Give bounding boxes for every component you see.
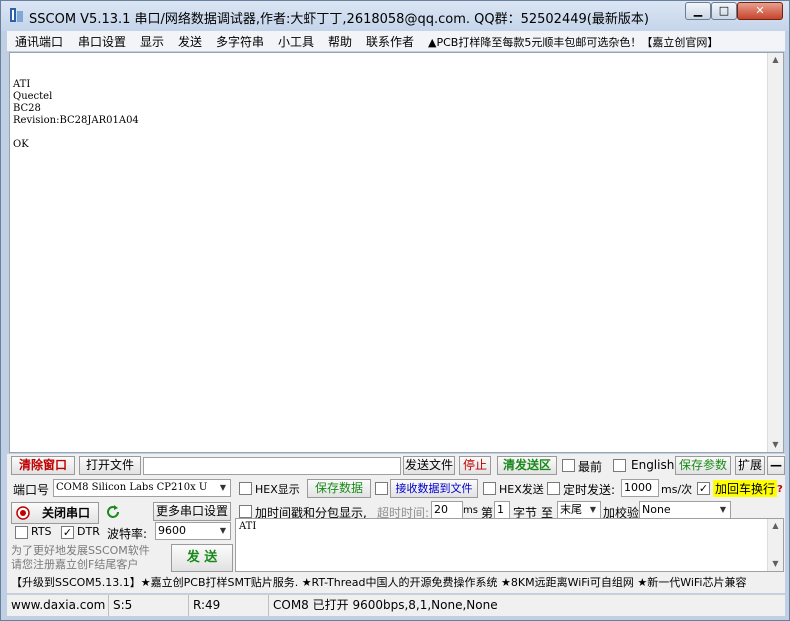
close-port-button[interactable]: 关闭串口 bbox=[11, 502, 99, 524]
port-value: COM8 Silicon Labs CP210x U bbox=[56, 482, 208, 493]
english-label: English bbox=[631, 458, 675, 472]
status-port-state: COM8 已打开 9600bps,8,1,None,None bbox=[273, 598, 498, 612]
byte-start-input[interactable]: 1 bbox=[494, 501, 510, 519]
app-window: SSCOM V5.13.1 串口/网络数据调试器,作者:大虾丁丁,2618058… bbox=[0, 0, 790, 621]
maximize-button[interactable]: □ bbox=[711, 2, 737, 20]
menu-multi-string[interactable]: 多字符串 bbox=[216, 33, 264, 50]
timed-send-checkbox[interactable] bbox=[547, 482, 560, 495]
menu-contact-author[interactable]: 联系作者 bbox=[366, 33, 414, 50]
menu-display[interactable]: 显示 bbox=[140, 33, 164, 50]
promo-text: 为了更好地发展SSCOM软件 请您注册嘉立创F结尾客户 bbox=[11, 544, 150, 572]
save-params-button[interactable]: 保存参数 bbox=[675, 456, 731, 475]
latest-label: 最前 bbox=[578, 460, 603, 474]
menu-bar: 通讯端口 串口设置 显示 发送 多字符串 小工具 帮助 联系作者 ▲PCB打样降… bbox=[7, 31, 785, 51]
dtr-label: DTR bbox=[77, 525, 100, 538]
recv-to-file-checkbox[interactable] bbox=[375, 482, 388, 495]
file-path-input[interactable] bbox=[143, 457, 401, 475]
status-website[interactable]: www.daxia.com bbox=[7, 595, 109, 616]
open-file-button[interactable]: 打开文件 bbox=[79, 456, 141, 475]
byte-end-select[interactable]: 末尾 ▼ bbox=[557, 501, 601, 519]
expand-button[interactable]: 扩展 bbox=[735, 456, 765, 475]
menu-help[interactable]: 帮助 bbox=[328, 33, 352, 50]
chevron-down-icon: ▼ bbox=[719, 505, 727, 514]
chevron-down-icon: ▼ bbox=[219, 526, 227, 535]
menu-tools[interactable]: 小工具 bbox=[278, 33, 314, 50]
scroll-up-icon[interactable]: ▲ bbox=[768, 53, 783, 67]
close-icon: ✕ bbox=[755, 4, 765, 17]
scroll-down-icon[interactable]: ▼ bbox=[768, 557, 783, 571]
timed-send-label: 定时发送: bbox=[563, 483, 616, 497]
app-logo-icon bbox=[10, 8, 23, 22]
receive-area[interactable]: ATI Quectel BC28 Revision:BC28JAR01A04 O… bbox=[9, 52, 784, 453]
record-icon bbox=[16, 506, 30, 520]
window-title: SSCOM V5.13.1 串口/网络数据调试器,作者:大虾丁丁,2618058… bbox=[29, 12, 649, 27]
checksum-value: None bbox=[642, 503, 671, 516]
maximize-icon: □ bbox=[718, 4, 730, 17]
crlf-checkbox[interactable]: ✓ bbox=[697, 482, 710, 495]
timestamp-checkbox[interactable] bbox=[239, 505, 252, 518]
byte-end-value: 末尾 bbox=[560, 503, 582, 516]
checksum-select[interactable]: None ▼ bbox=[639, 501, 731, 519]
latest-checkbox[interactable] bbox=[562, 459, 575, 472]
receive-scrollbar[interactable]: ▲ ▼ bbox=[767, 53, 783, 452]
close-button[interactable]: ✕ bbox=[737, 2, 783, 20]
scroll-down-icon[interactable]: ▼ bbox=[768, 438, 783, 452]
hex-display-checkbox[interactable] bbox=[239, 482, 252, 495]
interval-unit: ms/次 bbox=[661, 483, 693, 496]
menu-pcb-promo[interactable]: ▲PCB打样降至每款5元顺丰包邮可选杂色！【嘉立创官网】 bbox=[428, 34, 718, 50]
promo-line-2: 请您注册嘉立创F结尾客户 bbox=[11, 558, 139, 571]
hex-send-checkbox[interactable] bbox=[483, 482, 496, 495]
title-bar[interactable]: SSCOM V5.13.1 串口/网络数据调试器,作者:大虾丁丁,2618058… bbox=[1, 1, 789, 31]
more-serial-settings-button[interactable]: 更多串口设置 bbox=[153, 502, 231, 521]
menu-serial-settings[interactable]: 串口设置 bbox=[78, 33, 126, 50]
send-file-button[interactable]: 发送文件 bbox=[403, 456, 455, 475]
port-label: 端口号 bbox=[13, 483, 50, 497]
send-text: ATI bbox=[239, 521, 257, 532]
baud-select[interactable]: 9600 ▼ bbox=[155, 522, 231, 540]
scroll-up-icon[interactable]: ▲ bbox=[768, 519, 783, 533]
interval-input[interactable]: 1000 bbox=[621, 479, 659, 497]
menu-port[interactable]: 通讯端口 bbox=[15, 33, 63, 50]
chevron-down-icon: ▼ bbox=[219, 483, 227, 492]
news-ticker[interactable]: 【升级到SSCOM5.13.1】★嘉立创PCB打样SMT贴片服务. ★RT-Th… bbox=[7, 574, 785, 593]
recv-to-file-button[interactable]: 接收数据到文件 bbox=[390, 479, 478, 498]
baud-label: 波特率: bbox=[107, 527, 148, 541]
hex-display-label: HEX显示 bbox=[255, 483, 300, 496]
status-sent-count: S:5 bbox=[109, 595, 189, 616]
menu-send[interactable]: 发送 bbox=[178, 33, 202, 50]
rts-label: RTS bbox=[31, 525, 52, 538]
minimize-button[interactable]: ▁ bbox=[685, 2, 711, 20]
rts-checkbox[interactable] bbox=[15, 526, 28, 539]
help-icon[interactable]: ? bbox=[777, 484, 783, 495]
timeout-input[interactable]: 20 bbox=[431, 501, 463, 519]
timeout-unit: ms bbox=[463, 505, 478, 516]
status-bar: www.daxia.com S:5 R:49 COM8 已打开 9600bps,… bbox=[7, 594, 785, 616]
stop-button[interactable]: 停止 bbox=[459, 456, 491, 475]
send-button[interactable]: 发 送 bbox=[171, 544, 233, 572]
send-input[interactable]: ATI ▲ ▼ bbox=[235, 518, 784, 572]
dtr-checkbox[interactable]: ✓ bbox=[61, 526, 74, 539]
minimize-icon: ▁ bbox=[693, 4, 703, 17]
hex-send-label: HEX发送 bbox=[499, 483, 544, 496]
status-received-count: R:49 bbox=[189, 595, 269, 616]
chevron-down-icon: ▼ bbox=[589, 505, 597, 514]
clear-window-button[interactable]: 清除窗口 bbox=[11, 456, 75, 475]
close-port-label: 关闭串口 bbox=[42, 506, 91, 520]
collapse-button[interactable]: — bbox=[767, 456, 785, 475]
receive-text: ATI Quectel BC28 Revision:BC28JAR01A04 O… bbox=[13, 79, 139, 150]
refresh-icon[interactable] bbox=[105, 504, 121, 520]
clear-send-button[interactable]: 清发送区 bbox=[497, 456, 557, 475]
send-scrollbar[interactable]: ▲ ▼ bbox=[767, 519, 783, 571]
baud-value: 9600 bbox=[158, 524, 186, 537]
port-select[interactable]: COM8 Silicon Labs CP210x U ▼ bbox=[53, 479, 231, 497]
save-data-button[interactable]: 保存数据 bbox=[307, 479, 371, 498]
crlf-label: 加回车换行 bbox=[713, 480, 778, 497]
english-checkbox[interactable] bbox=[613, 459, 626, 472]
promo-line-1: 为了更好地发展SSCOM软件 bbox=[11, 544, 150, 557]
